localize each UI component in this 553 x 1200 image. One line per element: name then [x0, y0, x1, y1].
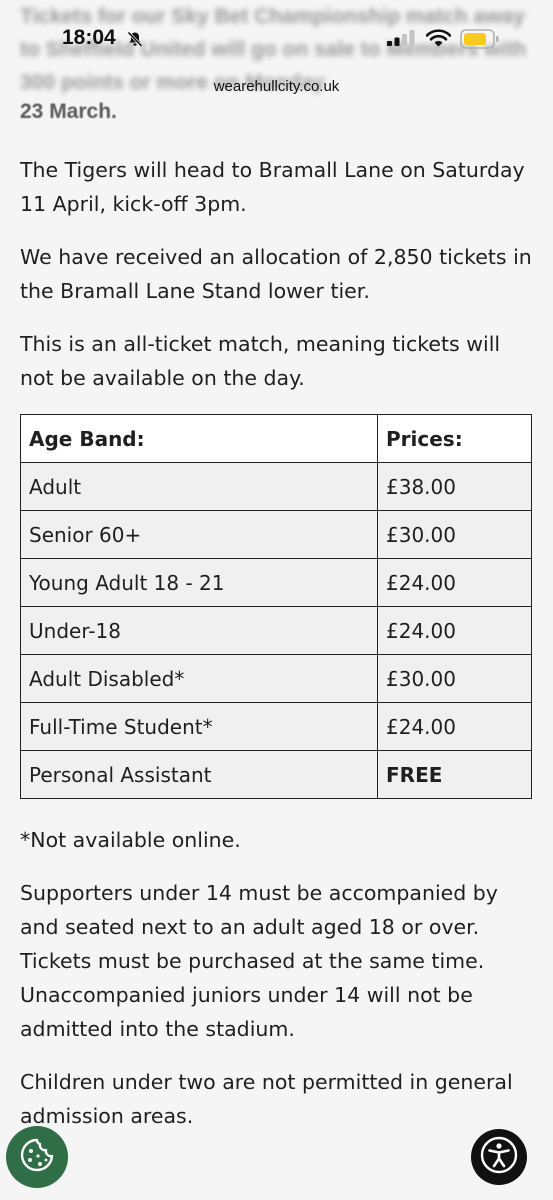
footnote: *Not available online.: [20, 828, 241, 852]
children-note: Children under two are not permitted in …: [20, 1070, 513, 1128]
wifi-icon: [425, 29, 452, 51]
age-band-cell: Personal Assistant: [20, 750, 378, 799]
article-body: The Tigers will head to Bramall Lane on …: [20, 153, 532, 1152]
cookie-settings-button[interactable]: [6, 1126, 68, 1188]
cookie-icon: [18, 1136, 56, 1178]
table-row: Under-18 £24.00: [20, 606, 532, 655]
header-prices: Prices:: [377, 414, 532, 463]
age-band-cell: Adult Disabled*: [20, 654, 378, 703]
header-age-band: Age Band:: [20, 414, 378, 463]
battery-icon: [460, 29, 500, 53]
status-bar: 18:04: [0, 0, 553, 60]
price-cell: £30.00: [377, 510, 532, 559]
supporters-note: Supporters under 14 must be accompanied …: [20, 881, 498, 1041]
signal-icon: [387, 30, 417, 50]
bell-slash-icon: [127, 31, 143, 52]
accessibility-button[interactable]: [471, 1129, 527, 1185]
all-ticket-paragraph: This is an all-ticket match, meaning tic…: [20, 332, 501, 390]
table-row: Full-Time Student* £24.00: [20, 702, 532, 751]
kickoff-paragraph: The Tigers will head to Bramall Lane on …: [20, 158, 525, 216]
table-row: Adult £38.00: [20, 462, 532, 511]
table-row: Adult Disabled* £30.00: [20, 654, 532, 703]
age-band-cell: Young Adult 18 - 21: [20, 558, 378, 607]
intro-end: 23 March.: [20, 100, 117, 123]
price-cell: £38.00: [377, 462, 532, 511]
table-row: Young Adult 18 - 21 £24.00: [20, 558, 532, 607]
price-cell: £24.00: [377, 702, 532, 751]
age-band-cell: Adult: [20, 462, 378, 511]
clock: 18:04: [62, 26, 116, 49]
price-cell: £24.00: [377, 558, 532, 607]
age-band-cell: Full-Time Student*: [20, 702, 378, 751]
allocation-paragraph: We have received an allocation of 2,850 …: [20, 245, 532, 303]
age-band-cell: Senior 60+: [20, 510, 378, 559]
age-band-cell: Under-18: [20, 606, 378, 655]
table-row: Senior 60+ £30.00: [20, 510, 532, 559]
table-header-row: Age Band: Prices:: [20, 414, 532, 463]
accessibility-icon: [479, 1135, 519, 1179]
table-row: Personal Assistant FREE: [20, 750, 532, 799]
price-cell: £30.00: [377, 654, 532, 703]
prices-table: Age Band: Prices: Adult £38.00 Senior 60…: [20, 414, 532, 799]
price-cell: £24.00: [377, 606, 532, 655]
price-cell: FREE: [377, 750, 532, 799]
address-bar-url[interactable]: wearehullcity.co.uk: [0, 78, 553, 95]
